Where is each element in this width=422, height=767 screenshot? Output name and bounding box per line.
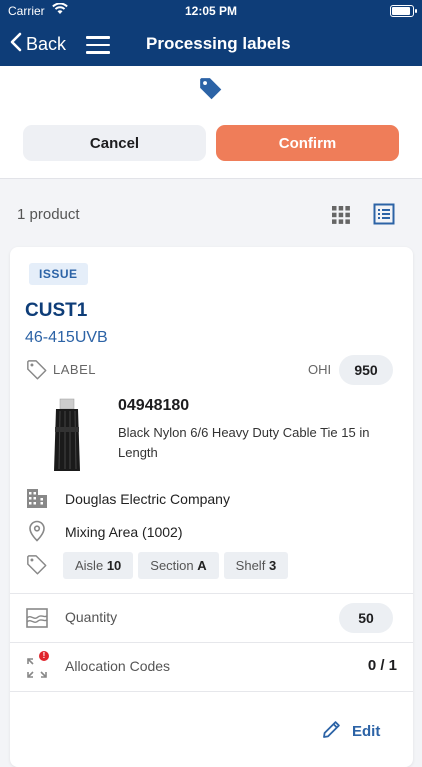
tag-outline-icon bbox=[26, 554, 48, 581]
nav-bar: Back Processing labels bbox=[0, 22, 422, 66]
product-description: Black Nylon 6/6 Heavy Duty Cable Tie 15 … bbox=[118, 425, 370, 460]
building-icon bbox=[26, 487, 48, 514]
product-count: 1 product bbox=[17, 206, 80, 223]
ohi-label: OHI bbox=[308, 362, 332, 377]
allocation-value: 0 / 1 bbox=[367, 657, 397, 674]
shelf-tag: Shelf 3 bbox=[223, 552, 289, 579]
expand-icon bbox=[26, 657, 48, 684]
grid-view-icon[interactable] bbox=[331, 205, 351, 230]
back-button[interactable]: Back bbox=[10, 32, 66, 56]
quantity-icon bbox=[26, 608, 48, 633]
list-view-icon[interactable] bbox=[373, 203, 395, 230]
allocation-row[interactable]: ! Allocation Codes 0 / 1 bbox=[10, 643, 413, 691]
pencil-icon bbox=[322, 719, 342, 743]
product-card[interactable]: ISSUE CUST1 46-415UVB LABEL OHI 950 0494… bbox=[10, 247, 413, 767]
allocation-label: Allocation Codes bbox=[65, 658, 171, 674]
location-pin-icon bbox=[26, 520, 48, 547]
quantity-row[interactable]: Quantity 50 bbox=[10, 594, 413, 642]
edit-button[interactable]: Edit bbox=[322, 719, 380, 743]
label-type: LABEL bbox=[53, 362, 96, 377]
quantity-value[interactable]: 50 bbox=[339, 603, 393, 633]
product-image bbox=[46, 397, 88, 475]
part-number: 46-415UVB bbox=[25, 329, 108, 346]
confirm-button[interactable]: Confirm bbox=[216, 125, 399, 161]
tag-icon bbox=[198, 76, 224, 107]
bin-location-tags: Aisle 10 Section A Shelf 3 bbox=[63, 552, 289, 579]
page-title: Processing labels bbox=[146, 34, 291, 53]
company-name: Douglas Electric Company bbox=[65, 491, 230, 507]
divider bbox=[10, 691, 413, 692]
clock: 12:05 PM bbox=[184, 4, 238, 18]
section-tag: Section A bbox=[138, 552, 219, 579]
battery-icon bbox=[390, 5, 417, 17]
label-row: LABEL OHI 950 bbox=[26, 355, 396, 387]
customer-code: CUST1 bbox=[25, 300, 88, 321]
status-badge: ISSUE bbox=[29, 263, 88, 285]
alert-badge: ! bbox=[39, 651, 49, 661]
location-name: Mixing Area (1002) bbox=[65, 524, 183, 540]
product-number: 04948180 bbox=[118, 397, 190, 414]
status-bar: Carrier 12:05 PM bbox=[0, 0, 422, 22]
quantity-label: Quantity bbox=[65, 609, 118, 625]
edit-label: Edit bbox=[352, 722, 381, 740]
aisle-tag: Aisle 10 bbox=[63, 552, 134, 579]
cancel-button[interactable]: Cancel bbox=[23, 125, 206, 161]
menu-icon[interactable] bbox=[86, 36, 110, 54]
back-chevron-icon bbox=[10, 32, 22, 56]
back-label: Back bbox=[26, 33, 67, 54]
tag-outline-icon bbox=[26, 359, 48, 386]
header-actions: Cancel Confirm bbox=[0, 66, 422, 179]
ohi-value: 950 bbox=[339, 355, 393, 385]
